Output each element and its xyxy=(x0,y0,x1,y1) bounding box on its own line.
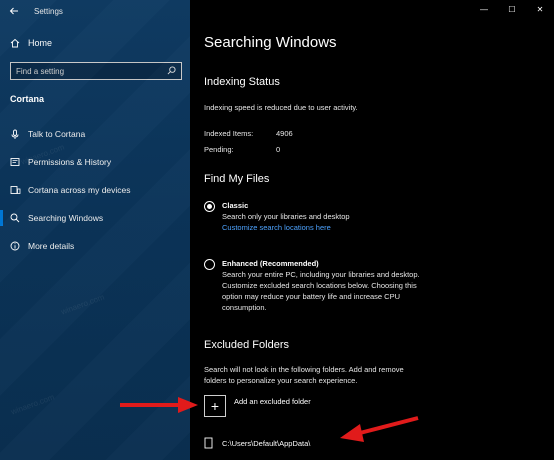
sidebar-item-more-details[interactable]: More details xyxy=(0,232,190,260)
classic-radio[interactable] xyxy=(204,201,215,212)
app-title: Settings xyxy=(34,6,63,16)
sidebar-item-home[interactable]: Home xyxy=(0,32,190,54)
history-icon xyxy=(10,157,28,167)
enhanced-description-line: Customize excluded search locations belo… xyxy=(222,281,417,290)
sidebar-item-label: Home xyxy=(28,38,53,48)
sidebar-item-label: More details xyxy=(28,241,75,251)
search-icon[interactable] xyxy=(167,65,176,77)
search-input[interactable] xyxy=(16,66,156,76)
info-icon xyxy=(10,241,28,251)
excluded-description-line: folders to personalize your search exper… xyxy=(204,376,358,385)
search-field[interactable] xyxy=(10,62,182,80)
classic-label[interactable]: Classic xyxy=(222,200,458,211)
home-icon xyxy=(10,38,28,48)
search-icon xyxy=(10,213,28,223)
sidebar-item-label: Permissions & History xyxy=(28,157,112,167)
indexed-items-value: 4906 xyxy=(276,129,293,138)
excluded-folder-path: C:\Users\Default\AppData\ xyxy=(222,438,311,448)
pending-label: Pending: xyxy=(204,145,234,154)
excluded-folder-item[interactable]: C:\Users\Default\AppData\ xyxy=(204,436,310,450)
sidebar-item-permissions-history[interactable]: Permissions & History xyxy=(0,148,190,176)
microphone-icon xyxy=(10,129,28,140)
classic-option: Classic Search only your libraries and d… xyxy=(222,200,458,233)
watermark: winaero.com xyxy=(59,292,106,317)
section-label: Cortana xyxy=(10,94,45,104)
watermark: winaero.com xyxy=(9,392,56,417)
pending-value: 0 xyxy=(276,145,281,154)
sidebar-item-talk-to-cortana[interactable]: Talk to Cortana xyxy=(0,120,190,148)
titlebar: Settings xyxy=(0,0,190,22)
enhanced-radio[interactable] xyxy=(204,259,215,270)
sidebar-nav: Talk to Cortana Permissions & History Co… xyxy=(0,120,190,260)
sidebar-item-searching-windows[interactable]: Searching Windows xyxy=(0,204,190,232)
back-arrow-icon xyxy=(9,7,18,15)
indexing-status-heading: Indexing Status xyxy=(204,76,280,88)
sidebar: winaero.com winaero.com winaero.com Sett… xyxy=(0,0,190,460)
folder-item-icon xyxy=(204,436,222,450)
sidebar-item-label: Searching Windows xyxy=(28,213,104,223)
enhanced-option: Enhanced (Recommended) Search your entir… xyxy=(222,258,458,313)
add-excluded-folder-label[interactable]: Add an excluded folder xyxy=(234,397,311,406)
page-title: Searching Windows xyxy=(204,34,337,51)
enhanced-label[interactable]: Enhanced (Recommended) xyxy=(222,258,458,269)
classic-description: Search only your libraries and desktop xyxy=(222,212,350,221)
excluded-folders-heading: Excluded Folders xyxy=(204,339,289,351)
sidebar-item-label: Cortana across my devices xyxy=(28,185,131,195)
enhanced-description-line: Search your entire PC, including your li… xyxy=(222,270,420,279)
sidebar-item-cortana-across-devices[interactable]: Cortana across my devices xyxy=(0,176,190,204)
indexed-items-label: Indexed Items: xyxy=(204,129,254,138)
add-excluded-folder-button[interactable]: + xyxy=(204,395,226,417)
main-content: Searching Windows Indexing Status Indexi… xyxy=(190,0,554,460)
customize-search-link[interactable]: Customize search locations here xyxy=(222,222,458,233)
find-my-files-heading: Find My Files xyxy=(204,173,270,185)
sidebar-item-label: Talk to Cortana xyxy=(28,129,86,139)
enhanced-description-line: consumption. xyxy=(222,303,267,312)
back-button[interactable] xyxy=(0,0,28,22)
enhanced-description-line: option may reduce your battery life and … xyxy=(222,292,401,301)
indexing-message: Indexing speed is reduced due to user ac… xyxy=(204,103,358,112)
excluded-description-line: Search will not look in the following fo… xyxy=(204,365,404,374)
devices-icon xyxy=(10,185,28,195)
